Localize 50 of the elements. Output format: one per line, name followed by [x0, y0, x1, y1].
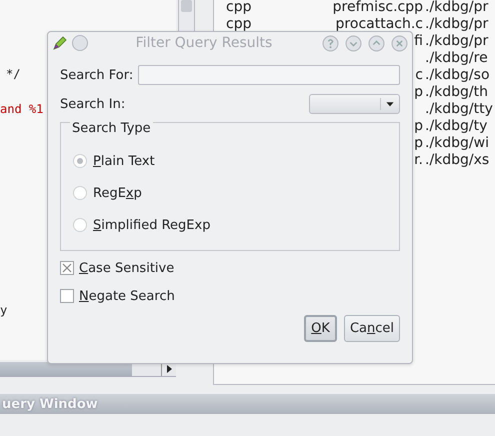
scrollbar[interactable]: [0, 362, 176, 377]
field-label: Search In:: [60, 96, 126, 112]
table-cell: c: [415, 68, 423, 85]
table-cell-text: cpp: [225, 0, 252, 14]
search-field[interactable]: [138, 65, 400, 85]
dock-title: uery Window: [2, 396, 98, 412]
table-cell: ./kdbg/pr: [425, 0, 488, 17]
minimize-icon[interactable]: [345, 34, 362, 52]
table-cell: r.: [414, 153, 423, 170]
radio-button[interactable]: [73, 186, 87, 200]
group-title: Search Type: [70, 121, 153, 136]
maximize-icon[interactable]: [368, 34, 385, 52]
checkbox-label[interactable]: Case Sensitive: [79, 260, 174, 276]
code-text: y: [0, 303, 8, 317]
dialog-button[interactable]: OK: [304, 315, 337, 342]
table-cell: ./kdbg/pr: [425, 17, 488, 34]
option-label[interactable]: Simplified RegExp: [93, 218, 210, 232]
table-cell: ./kdbg/so: [425, 68, 490, 85]
table-cell: p: [414, 85, 423, 102]
table-cell: ./kdbg/wi: [425, 136, 489, 153]
field-label: Search For:: [60, 68, 134, 82]
table-cell: fi: [414, 34, 423, 51]
table-cell: p: [414, 136, 423, 153]
pencil-icon: [52, 35, 68, 51]
table-cell: ./kdbg/re: [425, 51, 488, 68]
close-icon[interactable]: [391, 34, 408, 52]
table-cell: ./kdbg/th: [425, 85, 488, 102]
table-cell: p: [414, 119, 423, 136]
table-cell-text: cpp: [225, 17, 252, 31]
menu-button[interactable]: [72, 35, 88, 51]
code-text: and %1: [0, 102, 44, 116]
option-label[interactable]: RegExp: [93, 186, 142, 200]
caret-icon: [380, 98, 396, 110]
checkbox[interactable]: [60, 261, 74, 275]
checkbox[interactable]: [60, 289, 74, 303]
table-cell: ./kdbg/xs: [425, 153, 490, 170]
dropdown[interactable]: [309, 94, 400, 114]
table-cell: procattach.c: [336, 17, 423, 34]
window-title: Filter Query Results: [134, 35, 274, 51]
checkbox-label[interactable]: Negate Search: [79, 288, 175, 304]
table-cell: ./kdbg/tty: [425, 102, 493, 119]
help-icon[interactable]: [322, 34, 339, 52]
radio-button[interactable]: [73, 154, 87, 168]
code-text: */: [6, 67, 20, 81]
dialog-button[interactable]: Cancel: [344, 315, 400, 342]
option-label[interactable]: Plain Text: [93, 154, 155, 168]
table-cell: ./kdbg/pr: [425, 34, 488, 51]
table-cell: ./kdbg/ty: [425, 119, 488, 136]
radio-button[interactable]: [73, 218, 87, 232]
table-cell: prefmisc.cpp: [332, 0, 423, 17]
